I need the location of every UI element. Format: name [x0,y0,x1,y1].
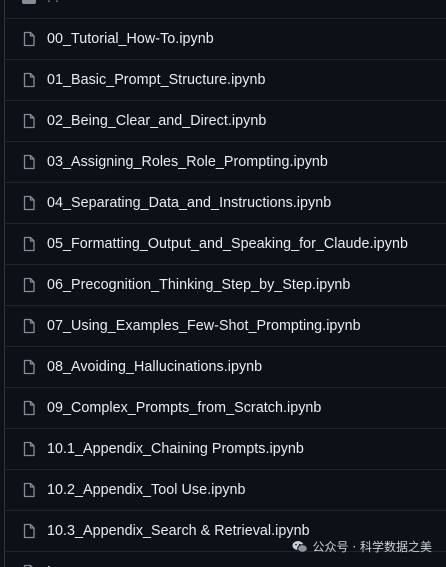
parent-directory-label: . . [47,0,59,6]
file-name[interactable]: 10.3_Appendix_Search & Retrieval.ipynb [47,523,310,539]
file-row[interactable]: 04_Separating_Data_and_Instructions.ipyn… [5,183,446,224]
file-icon [22,318,36,334]
file-row[interactable]: 07_Using_Examples_Few-Shot_Prompting.ipy… [5,306,446,347]
file-icon [22,523,36,539]
file-name[interactable]: 10.1_Appendix_Chaining Prompts.ipynb [47,441,304,457]
file-row[interactable]: 03_Assigning_Roles_Role_Prompting.ipynb [5,142,446,183]
file-name[interactable]: 05_Formatting_Output_and_Speaking_for_Cl… [47,236,408,252]
file-row[interactable]: 01_Basic_Prompt_Structure.ipynb [5,60,446,101]
file-row[interactable]: 10.2_Appendix_Tool Use.ipynb [5,470,446,511]
file-list: . . 00_Tutorial_How-To.ipynb 01_Basic_Pro… [4,0,446,567]
file-icon [22,359,36,375]
file-icon [22,236,36,252]
watermark: 公众号 · 科学数据之美 [292,538,432,555]
file-row[interactable]: 02_Being_Clear_and_Direct.ipynb [5,101,446,142]
file-icon [22,277,36,293]
parent-directory-row[interactable]: . . [5,0,446,19]
file-name[interactable]: 08_Avoiding_Hallucinations.ipynb [47,359,262,375]
file-name[interactable]: 09_Complex_Prompts_from_Scratch.ipynb [47,400,321,416]
repo-file-browser: . . 00_Tutorial_How-To.ipynb 01_Basic_Pro… [0,0,446,567]
file-name[interactable]: 10.2_Appendix_Tool Use.ipynb [47,482,246,498]
file-name[interactable]: 02_Being_Clear_and_Direct.ipynb [47,113,266,129]
file-row[interactable]: 00_Tutorial_How-To.ipynb [5,19,446,60]
file-icon [22,441,36,457]
file-icon [22,113,36,129]
file-row[interactable]: 06_Precognition_Thinking_Step_by_Step.ip… [5,265,446,306]
wechat-icon [292,540,308,554]
watermark-text: 公众号 · 科学数据之美 [312,540,432,554]
file-name[interactable]: 00_Tutorial_How-To.ipynb [47,31,214,47]
file-icon [22,400,36,416]
file-icon [22,195,36,211]
file-row[interactable]: 08_Avoiding_Hallucinations.ipynb [5,347,446,388]
file-name[interactable]: 04_Separating_Data_and_Instructions.ipyn… [47,195,331,211]
file-name[interactable]: 07_Using_Examples_Few-Shot_Prompting.ipy… [47,318,361,334]
file-row[interactable]: 05_Formatting_Output_and_Speaking_for_Cl… [5,224,446,265]
file-icon [22,154,36,170]
file-row[interactable]: 10.1_Appendix_Chaining Prompts.ipynb [5,429,446,470]
file-icon [22,72,36,88]
folder-icon [22,0,36,6]
file-name[interactable]: 06_Precognition_Thinking_Step_by_Step.ip… [47,277,350,293]
file-icon [22,482,36,498]
file-name[interactable]: 01_Basic_Prompt_Structure.ipynb [47,72,266,88]
file-name[interactable]: 03_Assigning_Roles_Role_Prompting.ipynb [47,154,328,170]
file-row[interactable]: 09_Complex_Prompts_from_Scratch.ipynb [5,388,446,429]
file-icon [22,31,36,47]
